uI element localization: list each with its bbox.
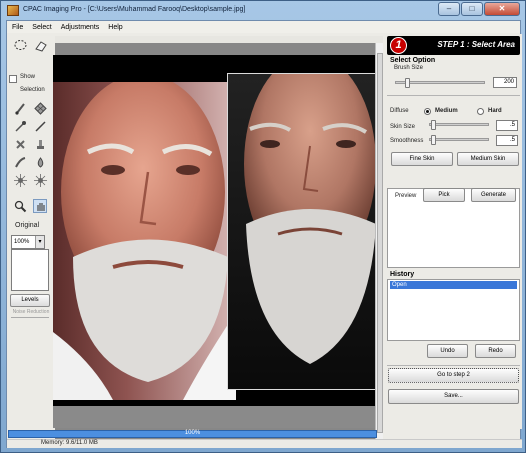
fine-skin-button[interactable]: Fine Skin: [391, 152, 453, 166]
smudge-icon[interactable]: [13, 155, 27, 169]
preview-photo[interactable]: [227, 73, 376, 390]
smoothness-label: Smoothness: [390, 138, 424, 144]
separator: [387, 365, 520, 366]
line-tool-icon[interactable]: [33, 119, 47, 133]
brush-size-knob[interactable]: [405, 78, 410, 88]
show-selection-checkbox[interactable]: [9, 75, 17, 83]
vertical-scrollbar[interactable]: [375, 43, 383, 443]
brush-size-label: Brush Size: [394, 65, 424, 71]
chevron-down-icon[interactable]: ▾: [35, 236, 44, 248]
history-list[interactable]: Open: [387, 279, 520, 341]
show-label: Show: [20, 74, 36, 80]
smoothness-knob[interactable]: [431, 135, 436, 145]
medium-skin-button[interactable]: Medium Skin: [457, 152, 519, 166]
step-number-badge: 1: [390, 37, 407, 54]
title-bar: CPAC Imaging Pro - [C:\Users\Muhammad Fa…: [1, 1, 525, 20]
healing-icon[interactable]: [13, 137, 27, 151]
radio-medium[interactable]: [424, 108, 431, 115]
radio-medium-label: Medium: [435, 108, 458, 114]
maximize-button[interactable]: □: [461, 2, 483, 16]
blur-drop-icon[interactable]: [33, 155, 47, 169]
tool-panel: Show Selection Original 100% ▾ Levels No…: [7, 34, 54, 429]
preview-label: Preview: [395, 193, 417, 199]
progress-label: 100%: [184, 430, 201, 436]
go-to-step-2-button[interactable]: Go to step 2: [388, 368, 519, 383]
menu-select[interactable]: Select: [32, 24, 51, 31]
menu-help[interactable]: Help: [108, 24, 122, 31]
canvas-top-bar: [55, 36, 383, 43]
skin-size-slider[interactable]: [429, 120, 489, 130]
diffuse-label: Diffuse: [390, 108, 409, 114]
minimize-button[interactable]: –: [438, 2, 460, 16]
noise-slider[interactable]: [11, 317, 49, 321]
pattern-icon[interactable]: [33, 101, 47, 115]
step-title: STEP 1 : Select Area: [437, 40, 515, 49]
generate-button[interactable]: Generate: [471, 188, 516, 202]
skin-size-label: Skin Size: [390, 124, 416, 130]
eyedropper-icon[interactable]: [13, 119, 27, 133]
memory-status: Memory: 9.6/11.0 MB: [41, 440, 98, 446]
smoothness-input[interactable]: .5: [496, 135, 518, 146]
window-controls: – □ ✕: [437, 2, 520, 16]
navigator-preview: [11, 249, 49, 291]
original-label: Original: [15, 222, 40, 229]
history-item[interactable]: Open: [390, 281, 517, 289]
app-icon: [7, 5, 19, 16]
redo-button[interactable]: Redo: [475, 344, 516, 358]
separator: [387, 95, 520, 96]
client-area: File Select Adjustments Help Show Select…: [6, 20, 522, 448]
brush-icon[interactable]: [13, 101, 27, 115]
radio-hard[interactable]: [477, 108, 484, 115]
scrollbar-thumb[interactable]: [377, 53, 383, 433]
zoom-select[interactable]: 100% ▾: [11, 235, 45, 249]
sparkle-icon[interactable]: [13, 173, 27, 187]
levels-button[interactable]: Levels: [10, 294, 50, 307]
close-button[interactable]: ✕: [484, 2, 520, 16]
canvas-bottom-area: [53, 406, 375, 428]
step-header: 1 STEP 1 : Select Area: [387, 36, 520, 55]
menu-file[interactable]: File: [12, 24, 23, 31]
noise-reduction-label: Noise Reduction: [12, 309, 50, 315]
select-option-title: Select Option: [390, 57, 436, 64]
skin-size-input[interactable]: .5: [496, 120, 518, 131]
progress-bar: 100%: [8, 430, 377, 438]
hand-icon[interactable]: [33, 199, 47, 213]
brush-size-slider[interactable]: [395, 78, 485, 88]
radio-hard-label: Hard: [488, 108, 502, 114]
app-window: CPAC Imaging Pro - [C:\Users\Muhammad Fa…: [0, 0, 526, 453]
lasso-icon[interactable]: [13, 38, 27, 52]
options-panel: 1 STEP 1 : Select Area Select Option Bru…: [385, 34, 522, 429]
zoom-icon[interactable]: [13, 199, 27, 213]
menu-adjustments[interactable]: Adjustments: [61, 24, 100, 31]
smoothness-slider[interactable]: [429, 135, 489, 145]
window-title: CPAC Imaging Pro - [C:\Users\Muhammad Fa…: [23, 6, 246, 13]
sun-icon[interactable]: [33, 173, 47, 187]
pick-button[interactable]: Pick: [423, 188, 465, 202]
undo-button[interactable]: Undo: [427, 344, 468, 358]
menu-bar: File Select Adjustments Help: [7, 21, 520, 33]
history-title: History: [390, 271, 415, 278]
save-button[interactable]: Save...: [388, 389, 519, 404]
skin-size-knob[interactable]: [431, 120, 436, 130]
brush-size-input[interactable]: 200: [493, 77, 517, 88]
original-photo[interactable]: [53, 82, 236, 400]
zoom-value: 100%: [14, 239, 30, 245]
eraser-icon[interactable]: [33, 38, 47, 52]
stamp-icon[interactable]: [33, 137, 47, 151]
selection-label: Selection: [20, 87, 45, 93]
status-bar: Memory: 9.6/11.0 MB: [7, 439, 522, 448]
